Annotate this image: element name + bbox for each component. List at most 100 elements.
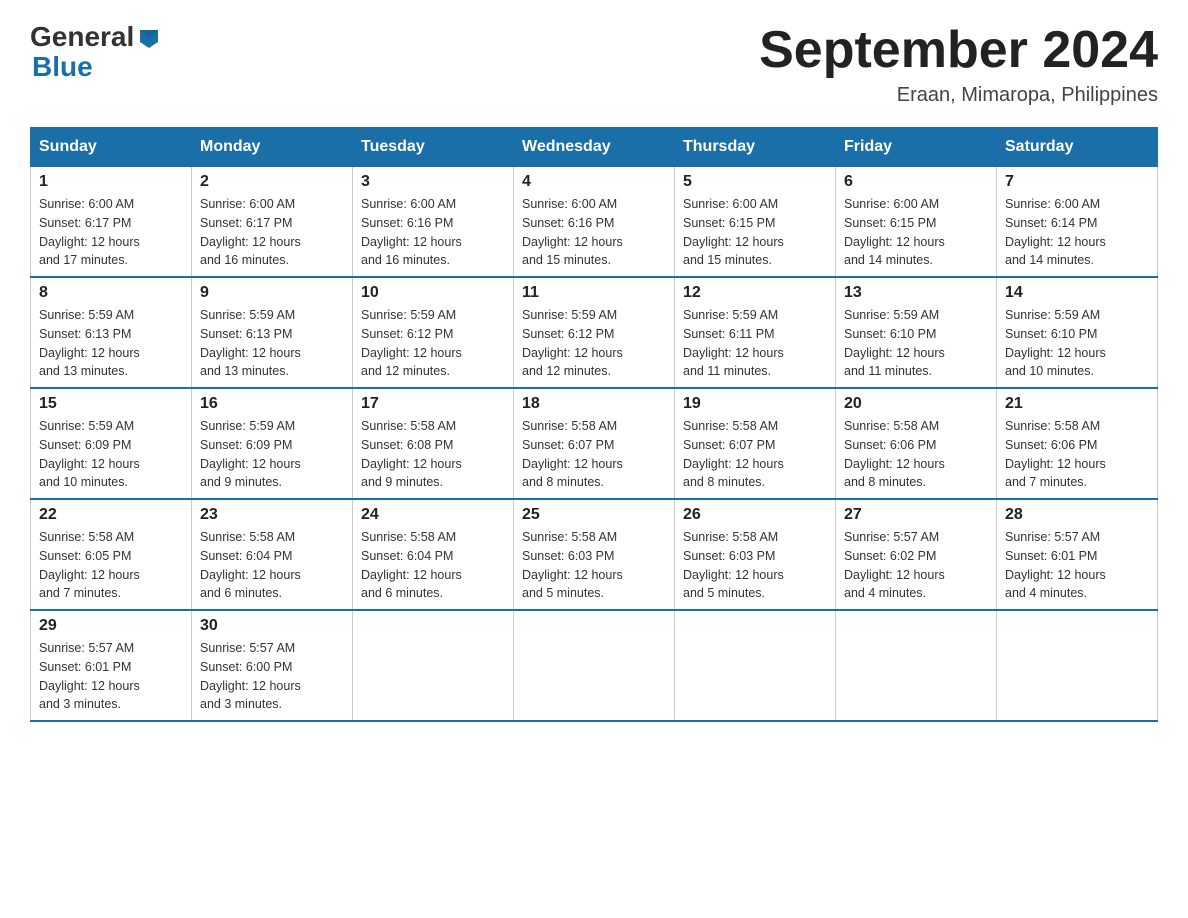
day-info: Sunrise: 5:59 AM Sunset: 6:11 PM Dayligh…	[683, 306, 827, 381]
day-number: 9	[200, 284, 344, 302]
header-sunday: Sunday	[31, 128, 192, 167]
header-monday: Monday	[192, 128, 353, 167]
day-number: 14	[1005, 284, 1149, 302]
logo-arrow-icon	[138, 26, 160, 53]
calendar-cell: 7 Sunrise: 6:00 AM Sunset: 6:14 PM Dayli…	[997, 167, 1158, 278]
header-tuesday: Tuesday	[353, 128, 514, 167]
calendar-cell: 21 Sunrise: 5:58 AM Sunset: 6:06 PM Dayl…	[997, 388, 1158, 499]
calendar-cell: 23 Sunrise: 5:58 AM Sunset: 6:04 PM Dayl…	[192, 499, 353, 610]
calendar-table: Sunday Monday Tuesday Wednesday Thursday…	[30, 127, 1158, 722]
calendar-cell	[675, 610, 836, 721]
day-info: Sunrise: 5:59 AM Sunset: 6:12 PM Dayligh…	[522, 306, 666, 381]
day-number: 25	[522, 506, 666, 524]
day-info: Sunrise: 6:00 AM Sunset: 6:17 PM Dayligh…	[39, 195, 183, 270]
calendar-cell: 29 Sunrise: 5:57 AM Sunset: 6:01 PM Dayl…	[31, 610, 192, 721]
day-number: 21	[1005, 395, 1149, 413]
calendar-cell: 22 Sunrise: 5:58 AM Sunset: 6:05 PM Dayl…	[31, 499, 192, 610]
day-info: Sunrise: 5:58 AM Sunset: 6:04 PM Dayligh…	[200, 528, 344, 603]
page-header: General Blue September 2024 Eraan, Mimar…	[30, 20, 1158, 107]
calendar-cell: 16 Sunrise: 5:59 AM Sunset: 6:09 PM Dayl…	[192, 388, 353, 499]
calendar-cell: 8 Sunrise: 5:59 AM Sunset: 6:13 PM Dayli…	[31, 277, 192, 388]
calendar-cell: 18 Sunrise: 5:58 AM Sunset: 6:07 PM Dayl…	[514, 388, 675, 499]
day-number: 15	[39, 395, 183, 413]
day-number: 6	[844, 173, 988, 191]
day-number: 10	[361, 284, 505, 302]
calendar-cell: 15 Sunrise: 5:59 AM Sunset: 6:09 PM Dayl…	[31, 388, 192, 499]
day-info: Sunrise: 5:58 AM Sunset: 6:04 PM Dayligh…	[361, 528, 505, 603]
calendar-cell	[353, 610, 514, 721]
calendar-cell: 4 Sunrise: 6:00 AM Sunset: 6:16 PM Dayli…	[514, 167, 675, 278]
day-number: 3	[361, 173, 505, 191]
day-info: Sunrise: 5:59 AM Sunset: 6:09 PM Dayligh…	[200, 417, 344, 492]
header-wednesday: Wednesday	[514, 128, 675, 167]
calendar-cell: 6 Sunrise: 6:00 AM Sunset: 6:15 PM Dayli…	[836, 167, 997, 278]
calendar-cell: 26 Sunrise: 5:58 AM Sunset: 6:03 PM Dayl…	[675, 499, 836, 610]
calendar-cell	[997, 610, 1158, 721]
calendar-cell: 12 Sunrise: 5:59 AM Sunset: 6:11 PM Dayl…	[675, 277, 836, 388]
day-number: 16	[200, 395, 344, 413]
day-number: 11	[522, 284, 666, 302]
calendar-subtitle: Eraan, Mimaropa, Philippines	[759, 84, 1158, 107]
day-number: 19	[683, 395, 827, 413]
calendar-cell	[514, 610, 675, 721]
day-number: 22	[39, 506, 183, 524]
title-block: September 2024 Eraan, Mimaropa, Philippi…	[759, 20, 1158, 107]
day-number: 5	[683, 173, 827, 191]
day-number: 7	[1005, 173, 1149, 191]
day-number: 27	[844, 506, 988, 524]
calendar-cell: 19 Sunrise: 5:58 AM Sunset: 6:07 PM Dayl…	[675, 388, 836, 499]
header-thursday: Thursday	[675, 128, 836, 167]
calendar-cell: 11 Sunrise: 5:59 AM Sunset: 6:12 PM Dayl…	[514, 277, 675, 388]
day-number: 30	[200, 617, 344, 635]
calendar-cell: 27 Sunrise: 5:57 AM Sunset: 6:02 PM Dayl…	[836, 499, 997, 610]
logo: General Blue	[30, 20, 160, 83]
day-number: 28	[1005, 506, 1149, 524]
day-info: Sunrise: 5:59 AM Sunset: 6:09 PM Dayligh…	[39, 417, 183, 492]
day-info: Sunrise: 5:58 AM Sunset: 6:06 PM Dayligh…	[844, 417, 988, 492]
day-info: Sunrise: 5:59 AM Sunset: 6:10 PM Dayligh…	[844, 306, 988, 381]
day-info: Sunrise: 5:57 AM Sunset: 6:01 PM Dayligh…	[1005, 528, 1149, 603]
calendar-cell: 13 Sunrise: 5:59 AM Sunset: 6:10 PM Dayl…	[836, 277, 997, 388]
calendar-cell: 25 Sunrise: 5:58 AM Sunset: 6:03 PM Dayl…	[514, 499, 675, 610]
day-info: Sunrise: 6:00 AM Sunset: 6:14 PM Dayligh…	[1005, 195, 1149, 270]
header-friday: Friday	[836, 128, 997, 167]
day-number: 8	[39, 284, 183, 302]
logo-general-text: General	[30, 21, 134, 53]
day-info: Sunrise: 5:59 AM Sunset: 6:13 PM Dayligh…	[39, 306, 183, 381]
calendar-cell: 5 Sunrise: 6:00 AM Sunset: 6:15 PM Dayli…	[675, 167, 836, 278]
day-info: Sunrise: 5:58 AM Sunset: 6:05 PM Dayligh…	[39, 528, 183, 603]
calendar-cell: 14 Sunrise: 5:59 AM Sunset: 6:10 PM Dayl…	[997, 277, 1158, 388]
day-info: Sunrise: 6:00 AM Sunset: 6:16 PM Dayligh…	[522, 195, 666, 270]
calendar-cell: 1 Sunrise: 6:00 AM Sunset: 6:17 PM Dayli…	[31, 167, 192, 278]
calendar-cell: 28 Sunrise: 5:57 AM Sunset: 6:01 PM Dayl…	[997, 499, 1158, 610]
day-number: 13	[844, 284, 988, 302]
day-info: Sunrise: 6:00 AM Sunset: 6:17 PM Dayligh…	[200, 195, 344, 270]
day-info: Sunrise: 5:57 AM Sunset: 6:02 PM Dayligh…	[844, 528, 988, 603]
day-info: Sunrise: 5:58 AM Sunset: 6:07 PM Dayligh…	[683, 417, 827, 492]
day-info: Sunrise: 5:58 AM Sunset: 6:08 PM Dayligh…	[361, 417, 505, 492]
calendar-cell: 24 Sunrise: 5:58 AM Sunset: 6:04 PM Dayl…	[353, 499, 514, 610]
day-info: Sunrise: 5:59 AM Sunset: 6:13 PM Dayligh…	[200, 306, 344, 381]
day-number: 1	[39, 173, 183, 191]
day-info: Sunrise: 6:00 AM Sunset: 6:15 PM Dayligh…	[844, 195, 988, 270]
calendar-cell: 9 Sunrise: 5:59 AM Sunset: 6:13 PM Dayli…	[192, 277, 353, 388]
day-info: Sunrise: 5:58 AM Sunset: 6:07 PM Dayligh…	[522, 417, 666, 492]
day-number: 4	[522, 173, 666, 191]
day-info: Sunrise: 5:57 AM Sunset: 6:00 PM Dayligh…	[200, 639, 344, 714]
day-info: Sunrise: 5:58 AM Sunset: 6:03 PM Dayligh…	[683, 528, 827, 603]
calendar-title: September 2024	[759, 20, 1158, 80]
day-number: 26	[683, 506, 827, 524]
day-number: 24	[361, 506, 505, 524]
calendar-cell: 3 Sunrise: 6:00 AM Sunset: 6:16 PM Dayli…	[353, 167, 514, 278]
day-number: 12	[683, 284, 827, 302]
calendar-cell: 30 Sunrise: 5:57 AM Sunset: 6:00 PM Dayl…	[192, 610, 353, 721]
day-info: Sunrise: 5:59 AM Sunset: 6:12 PM Dayligh…	[361, 306, 505, 381]
day-info: Sunrise: 5:58 AM Sunset: 6:03 PM Dayligh…	[522, 528, 666, 603]
day-number: 2	[200, 173, 344, 191]
day-number: 18	[522, 395, 666, 413]
calendar-cell: 2 Sunrise: 6:00 AM Sunset: 6:17 PM Dayli…	[192, 167, 353, 278]
calendar-cell: 10 Sunrise: 5:59 AM Sunset: 6:12 PM Dayl…	[353, 277, 514, 388]
day-info: Sunrise: 5:58 AM Sunset: 6:06 PM Dayligh…	[1005, 417, 1149, 492]
calendar-cell	[836, 610, 997, 721]
day-info: Sunrise: 5:57 AM Sunset: 6:01 PM Dayligh…	[39, 639, 183, 714]
